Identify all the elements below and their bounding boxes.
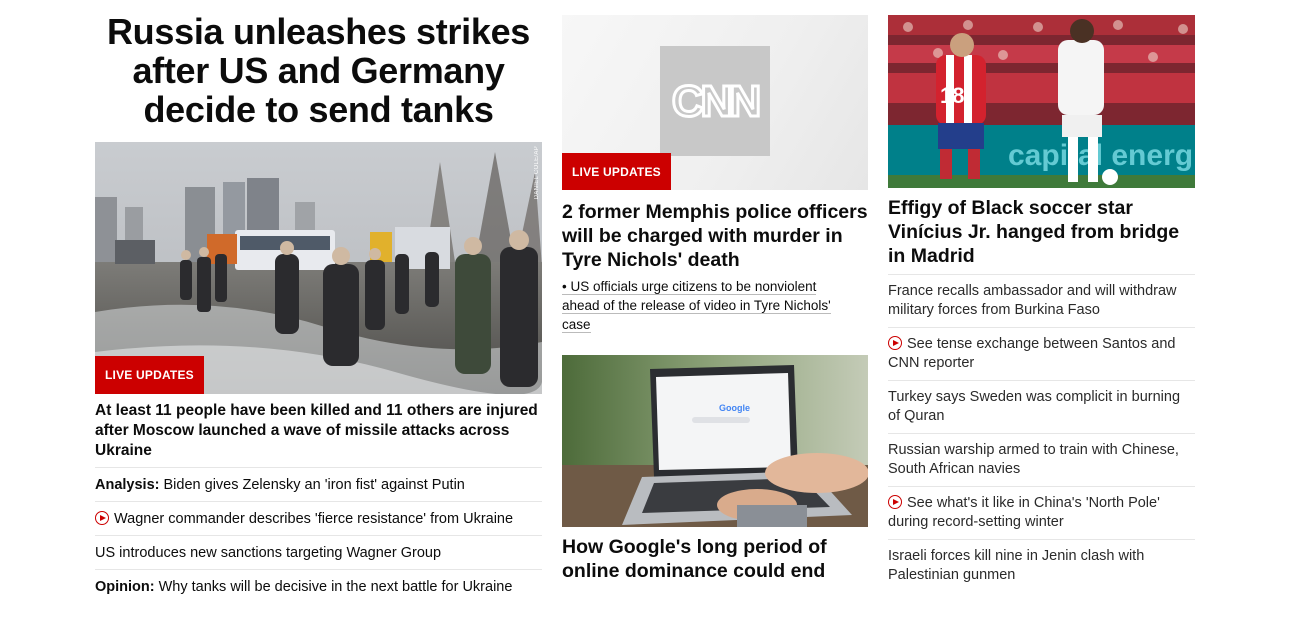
analysis-label: Analysis: bbox=[95, 477, 160, 493]
link-text: See tense exchange between Santos and CN… bbox=[888, 336, 1176, 371]
board-text: capital energ bbox=[1008, 139, 1193, 172]
link-text: See what's it like in China's 'North Pol… bbox=[888, 495, 1160, 530]
play-video-icon bbox=[95, 511, 109, 525]
list-item[interactable]: Russian warship armed to train with Chin… bbox=[888, 433, 1195, 486]
related-links-list: France recalls ambassador and will withd… bbox=[888, 274, 1195, 587]
live-updates-badge[interactable]: LIVE UPDATES bbox=[562, 153, 671, 190]
soccer-match-photo: capital energ 18 bbox=[888, 15, 1195, 188]
list-item[interactable]: See what's it like in China's 'North Pol… bbox=[888, 486, 1195, 539]
vinicius-headline[interactable]: Effigy of Black soccer star Vinícius Jr.… bbox=[888, 196, 1195, 268]
list-item[interactable]: See tense exchange between Santos and CN… bbox=[888, 327, 1195, 380]
cnn-logo-icon: CNN bbox=[670, 76, 763, 128]
live-updates-badge[interactable]: LIVE UPDATES bbox=[95, 356, 204, 394]
link-text: Biden gives Zelensky an 'iron fist' agai… bbox=[163, 477, 465, 493]
play-video-icon bbox=[888, 336, 902, 350]
cnn-placeholder-image[interactable]: CNN LIVE UPDATES bbox=[562, 15, 868, 190]
link-text: Turkey says Sweden was complicit in burn… bbox=[888, 389, 1181, 424]
memphis-subheadline[interactable]: • US officials urge citizens to be nonvi… bbox=[562, 277, 852, 334]
list-item[interactable]: Analysis: Biden gives Zelensky an 'iron … bbox=[95, 467, 542, 501]
google-laptop-image[interactable]: Google bbox=[562, 355, 868, 527]
link-text: Why tanks will be decisive in the next b… bbox=[158, 579, 513, 595]
link-text: • US officials urge citizens to be nonvi… bbox=[562, 279, 831, 333]
list-item[interactable]: France recalls ambassador and will withd… bbox=[888, 274, 1195, 327]
google-headline[interactable]: How Google's long period of online domin… bbox=[562, 535, 868, 583]
cnn-logo-text: CNN bbox=[672, 77, 759, 126]
play-video-icon bbox=[888, 495, 902, 509]
list-item[interactable]: Wagner commander describes 'fierce resis… bbox=[95, 501, 542, 535]
photo-credit: DANIEL COLE/AP bbox=[534, 146, 540, 200]
list-item[interactable]: Opinion: Why tanks will be decisive in t… bbox=[95, 569, 542, 603]
link-text: Wagner commander describes 'fierce resis… bbox=[114, 511, 514, 527]
list-item[interactable]: Israeli forces kill nine in Jenin clash … bbox=[888, 539, 1195, 587]
google-logo-text: Google bbox=[719, 403, 750, 413]
link-text: France recalls ambassador and will withd… bbox=[888, 283, 1177, 318]
related-links-list: Analysis: Biden gives Zelensky an 'iron … bbox=[95, 467, 542, 603]
list-item[interactable]: Turkey says Sweden was complicit in burn… bbox=[888, 380, 1195, 433]
link-text: US introduces new sanctions targeting Wa… bbox=[95, 545, 442, 561]
lead-headline[interactable]: Russia unleashes strikes after US and Ge… bbox=[95, 12, 542, 129]
lead-summary[interactable]: At least 11 people have been killed and … bbox=[95, 401, 542, 461]
laptop-photo: Google bbox=[562, 355, 868, 527]
link-text: Israeli forces kill nine in Jenin clash … bbox=[888, 548, 1145, 583]
memphis-headline[interactable]: 2 former Memphis police officers will be… bbox=[562, 200, 868, 272]
link-text: Russian warship armed to train with Chin… bbox=[888, 442, 1179, 477]
cnn-logo-box: CNN bbox=[660, 46, 770, 156]
soccer-image[interactable]: capital energ 18 bbox=[888, 15, 1195, 188]
opinion-label: Opinion: bbox=[95, 579, 155, 595]
lead-story-image[interactable]: DANIEL COLE/AP LIVE UPDATES bbox=[95, 142, 542, 394]
list-item[interactable]: US introduces new sanctions targeting Wa… bbox=[95, 535, 542, 569]
jersey-number: 18 bbox=[940, 83, 964, 108]
